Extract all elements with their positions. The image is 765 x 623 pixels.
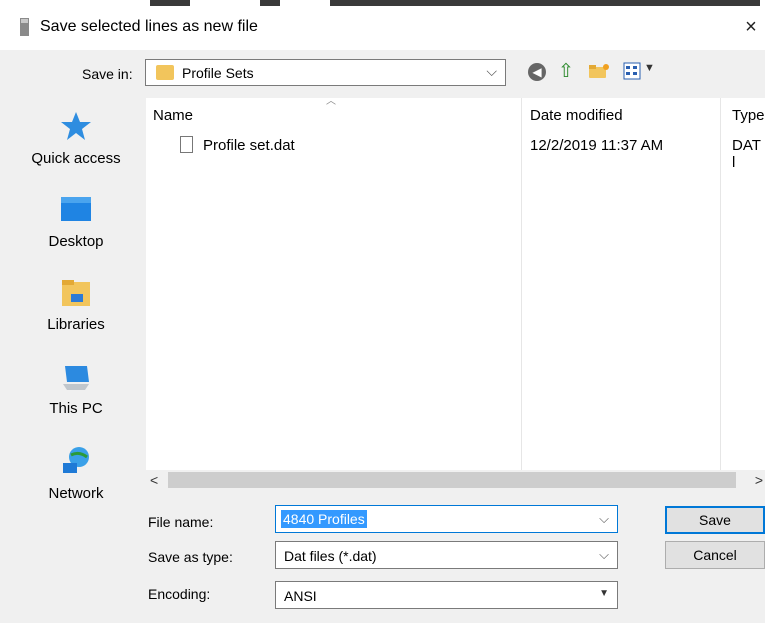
cancel-button[interactable]: Cancel [665, 541, 765, 569]
list-item[interactable]: Profile set.dat 12/2/2019 11:37 AM DAT l [146, 130, 765, 171]
network-icon [63, 447, 89, 473]
column-header-type[interactable]: Type [732, 107, 765, 124]
up-folder-icon[interactable]: ⇧ [558, 60, 574, 83]
libraries-icon [62, 280, 90, 306]
place-network[interactable]: Network [14, 445, 138, 502]
sort-ascending-icon: ︿ [326, 96, 336, 107]
place-label: Network [48, 485, 104, 502]
star-icon [61, 112, 91, 140]
chevron-down-icon: ⌵ [599, 547, 609, 562]
horizontal-scrollbar[interactable]: < > [146, 470, 765, 490]
scrollbar-thumb[interactable] [168, 472, 736, 488]
view-dropdown-arrow[interactable]: ▼ [644, 62, 655, 74]
new-folder-icon[interactable] [588, 63, 610, 79]
save-as-type-select[interactable]: Dat files (*.dat) ⌵ [275, 541, 618, 569]
encoding-value: ANSI [284, 588, 317, 604]
scroll-left-icon[interactable]: < [150, 470, 158, 490]
title-bar: Save selected lines as new file × [0, 6, 765, 50]
save-as-type-label: Save as type: [148, 549, 233, 565]
column-header-name[interactable]: Name [153, 107, 193, 124]
save-in-dropdown[interactable]: Profile Sets ⌵ [145, 59, 506, 86]
place-this-pc[interactable]: This PC [14, 362, 138, 417]
computer-icon [63, 366, 89, 390]
place-quick-access[interactable]: Quick access [14, 110, 138, 167]
scroll-right-icon[interactable]: > [755, 470, 763, 490]
place-label: Desktop [48, 233, 104, 250]
back-icon[interactable]: ◀ [528, 63, 546, 81]
place-desktop[interactable]: Desktop [14, 195, 138, 250]
file-type: DAT l [732, 137, 761, 171]
desktop-icon [61, 197, 91, 221]
folder-icon [156, 65, 174, 80]
file-name-value: 4840 Profiles [281, 510, 367, 528]
file-name: Profile set.dat [203, 137, 295, 154]
place-label: Libraries [47, 316, 105, 333]
place-libraries[interactable]: Libraries [14, 278, 138, 333]
place-label: This PC [49, 400, 103, 417]
file-name-label: File name: [148, 514, 214, 530]
places-bar: Quick access Desktop Libraries This PC N… [14, 100, 138, 520]
encoding-select[interactable]: ANSI ▼ [275, 581, 618, 609]
file-date: 12/2/2019 11:37 AM [530, 137, 664, 154]
place-label: Quick access [31, 150, 121, 167]
column-header-date-modified[interactable]: Date modified [530, 107, 623, 124]
close-button[interactable]: × [740, 14, 762, 40]
save-button[interactable]: Save [665, 506, 765, 534]
chevron-down-icon: ⌵ [486, 63, 497, 79]
save-as-type-value: Dat files (*.dat) [284, 548, 377, 564]
app-icon [20, 18, 29, 36]
view-menu-icon[interactable] [623, 62, 641, 80]
dropdown-arrow-icon: ▼ [599, 588, 609, 599]
dialog-title: Save selected lines as new file [40, 18, 258, 35]
save-in-value: Profile Sets [182, 65, 254, 81]
file-icon [180, 136, 193, 153]
file-name-input[interactable]: 4840 Profiles ⌵ [275, 505, 618, 533]
save-in-label: Save in: [82, 66, 133, 82]
chevron-down-icon[interactable]: ⌵ [599, 511, 609, 527]
encoding-label: Encoding: [148, 586, 211, 602]
